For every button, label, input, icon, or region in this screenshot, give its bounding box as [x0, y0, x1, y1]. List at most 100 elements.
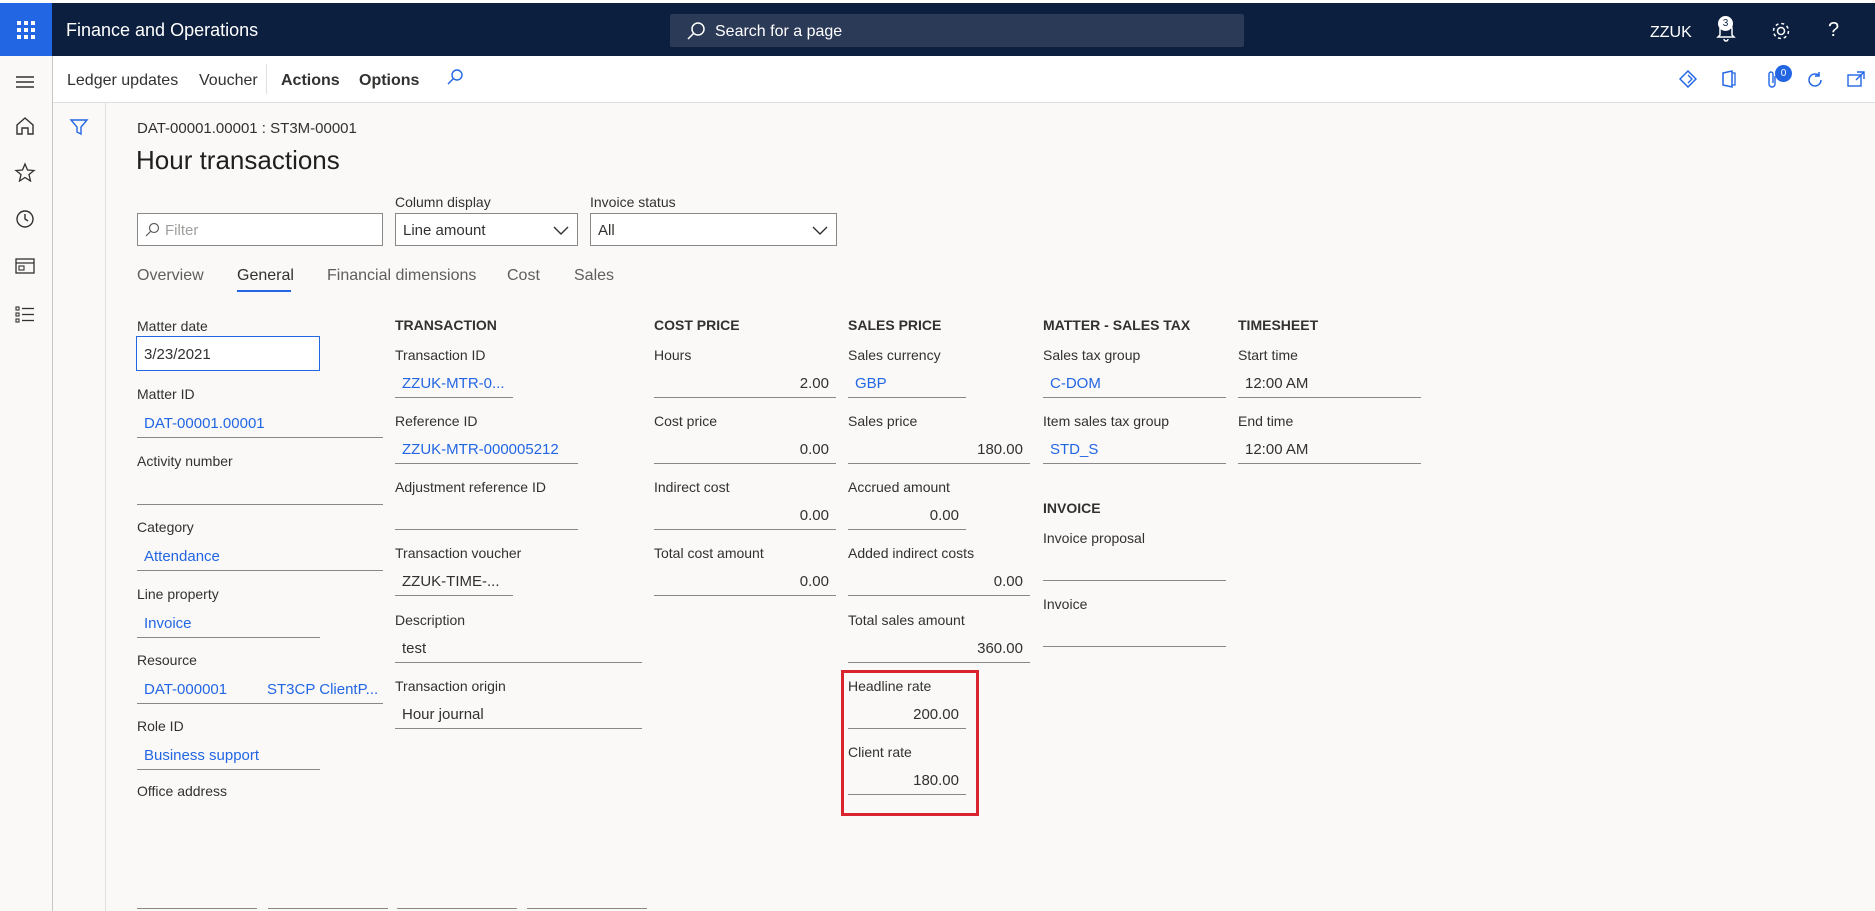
invoice-status-label: Invoice status — [590, 194, 676, 210]
resource-label: Resource — [137, 652, 197, 668]
help-icon[interactable]: ? — [1828, 19, 1839, 42]
transaction-id-value[interactable]: ZZUK-MTR-0... — [402, 375, 505, 392]
transaction-id-label: Transaction ID — [395, 347, 486, 363]
accrued-amount-label: Accrued amount — [848, 479, 950, 495]
tab-general[interactable]: General — [237, 267, 294, 285]
filter-icon[interactable] — [69, 117, 89, 137]
added-indirect-costs-value: 0.00 — [993, 573, 1023, 590]
offscreen-field-underline — [137, 908, 257, 909]
resource-field[interactable]: DAT-000001 ST3CP ClientP... — [137, 677, 383, 704]
refresh-icon[interactable] — [1805, 70, 1825, 90]
open-new-window-icon[interactable] — [1846, 70, 1866, 88]
start-time-field[interactable]: 12:00 AM — [1238, 371, 1421, 398]
column-display-label: Column display — [395, 194, 491, 210]
clock-icon[interactable] — [14, 209, 36, 229]
end-time-field[interactable]: 12:00 AM — [1238, 437, 1421, 464]
matter-id-value[interactable]: DAT-00001.00001 — [144, 415, 265, 432]
description-field[interactable]: test — [395, 636, 642, 663]
reference-id-value[interactable]: ZZUK-MTR-000005212 — [402, 441, 559, 458]
matter-sales-tax-heading: MATTER - SALES TAX — [1043, 317, 1191, 333]
actions-tab[interactable]: Actions — [281, 72, 340, 90]
role-id-value[interactable]: Business support — [144, 747, 259, 764]
star-icon[interactable] — [14, 162, 36, 182]
category-value[interactable]: Attendance — [144, 548, 220, 565]
reference-id-field[interactable]: ZZUK-MTR-000005212 — [395, 437, 578, 464]
office-icon[interactable] — [1721, 70, 1737, 88]
invoice-field[interactable] — [1043, 620, 1226, 647]
hamburger-icon[interactable] — [14, 75, 36, 89]
tab-financial-dimensions[interactable]: Financial dimensions — [327, 267, 476, 285]
line-property-label: Line property — [137, 586, 219, 602]
hours-value: 2.00 — [799, 375, 829, 392]
sales-tax-group-label: Sales tax group — [1043, 347, 1141, 363]
action-pane-divider — [266, 64, 267, 94]
list-icon[interactable] — [14, 305, 36, 323]
cost-price-label: Cost price — [654, 413, 718, 429]
app-title[interactable]: Finance and Operations — [66, 20, 258, 41]
activity-number-field[interactable] — [137, 478, 383, 505]
gear-icon[interactable] — [1770, 20, 1792, 42]
transaction-origin-field[interactable]: Hour journal — [395, 702, 642, 729]
item-sales-tax-group-field[interactable]: STD_S — [1043, 437, 1226, 464]
accrued-amount-value: 0.00 — [929, 507, 959, 524]
invoice-status-dropdown[interactable]: All — [590, 213, 837, 246]
options-tab[interactable]: Options — [359, 72, 419, 90]
role-id-field[interactable]: Business support — [137, 743, 320, 770]
resource-name-value[interactable]: ST3CP ClientP... — [267, 681, 378, 698]
waffle-button[interactable] — [0, 3, 52, 56]
start-time-value: 12:00 AM — [1245, 375, 1309, 392]
total-cost-amount-field[interactable]: 0.00 — [654, 569, 836, 596]
voucher-button[interactable]: Voucher — [199, 72, 258, 90]
sales-price-label: Sales price — [848, 413, 918, 429]
ledger-updates-button[interactable]: Ledger updates — [67, 72, 178, 90]
diamond-icon[interactable] — [1679, 70, 1697, 88]
filter-pane-strip — [53, 103, 106, 911]
transaction-origin-label: Transaction origin — [395, 678, 506, 694]
adjustment-reference-id-field[interactable] — [395, 503, 578, 530]
sales-tax-group-field[interactable]: C-DOM — [1043, 371, 1226, 398]
page-search-input[interactable]: Search for a page — [670, 14, 1244, 47]
hours-label: Hours — [654, 347, 692, 363]
transaction-voucher-field[interactable]: ZZUK-TIME-... — [395, 569, 513, 596]
tab-overview[interactable]: Overview — [137, 267, 204, 285]
sales-price-field[interactable]: 180.00 — [848, 437, 1030, 464]
page-title: Hour transactions — [136, 145, 340, 175]
cost-price-field[interactable]: 0.00 — [654, 437, 836, 464]
accrued-amount-field[interactable]: 0.00 — [848, 503, 966, 530]
indirect-cost-label: Indirect cost — [654, 479, 730, 495]
headline-rate-field[interactable]: 200.00 — [848, 702, 966, 729]
sales-tax-group-value[interactable]: C-DOM — [1050, 375, 1101, 392]
transaction-origin-value: Hour journal — [402, 706, 484, 723]
matter-date-label: Matter date — [137, 318, 208, 334]
sales-currency-label: Sales currency — [848, 347, 941, 363]
reference-id-label: Reference ID — [395, 413, 478, 429]
hours-field[interactable]: 2.00 — [654, 371, 836, 398]
transaction-id-field[interactable]: ZZUK-MTR-0... — [395, 371, 513, 398]
invoice-proposal-field[interactable] — [1043, 554, 1226, 581]
quick-filter-input[interactable]: Filter — [137, 213, 383, 246]
company-picker[interactable]: ZZUK — [1650, 24, 1692, 42]
sales-currency-field[interactable]: GBP — [848, 371, 966, 398]
workspace-icon[interactable] — [14, 257, 36, 275]
client-rate-field[interactable]: 180.00 — [848, 768, 966, 795]
resource-id-value[interactable]: DAT-000001 — [144, 681, 227, 698]
sales-currency-value[interactable]: GBP — [855, 375, 887, 392]
matter-date-field[interactable]: 3/23/2021 — [136, 336, 320, 371]
notification-count-badge: 3 — [1718, 16, 1733, 31]
line-property-value[interactable]: Invoice — [144, 615, 192, 632]
item-sales-tax-group-value[interactable]: STD_S — [1050, 441, 1098, 458]
active-tab-indicator — [237, 290, 291, 292]
added-indirect-costs-field[interactable]: 0.00 — [848, 569, 1030, 596]
line-property-field[interactable]: Invoice — [137, 611, 320, 638]
column-display-dropdown[interactable]: Line amount — [395, 213, 578, 246]
matter-id-field[interactable]: DAT-00001.00001 — [137, 411, 383, 438]
search-icon[interactable] — [446, 68, 464, 86]
role-id-label: Role ID — [137, 718, 184, 734]
tab-cost[interactable]: Cost — [507, 267, 540, 285]
tab-sales[interactable]: Sales — [574, 267, 614, 285]
category-field[interactable]: Attendance — [137, 544, 383, 571]
total-sales-amount-field[interactable]: 360.00 — [848, 636, 1030, 663]
indirect-cost-field[interactable]: 0.00 — [654, 503, 836, 530]
matter-date-value: 3/23/2021 — [144, 346, 211, 363]
home-icon[interactable] — [14, 116, 36, 136]
